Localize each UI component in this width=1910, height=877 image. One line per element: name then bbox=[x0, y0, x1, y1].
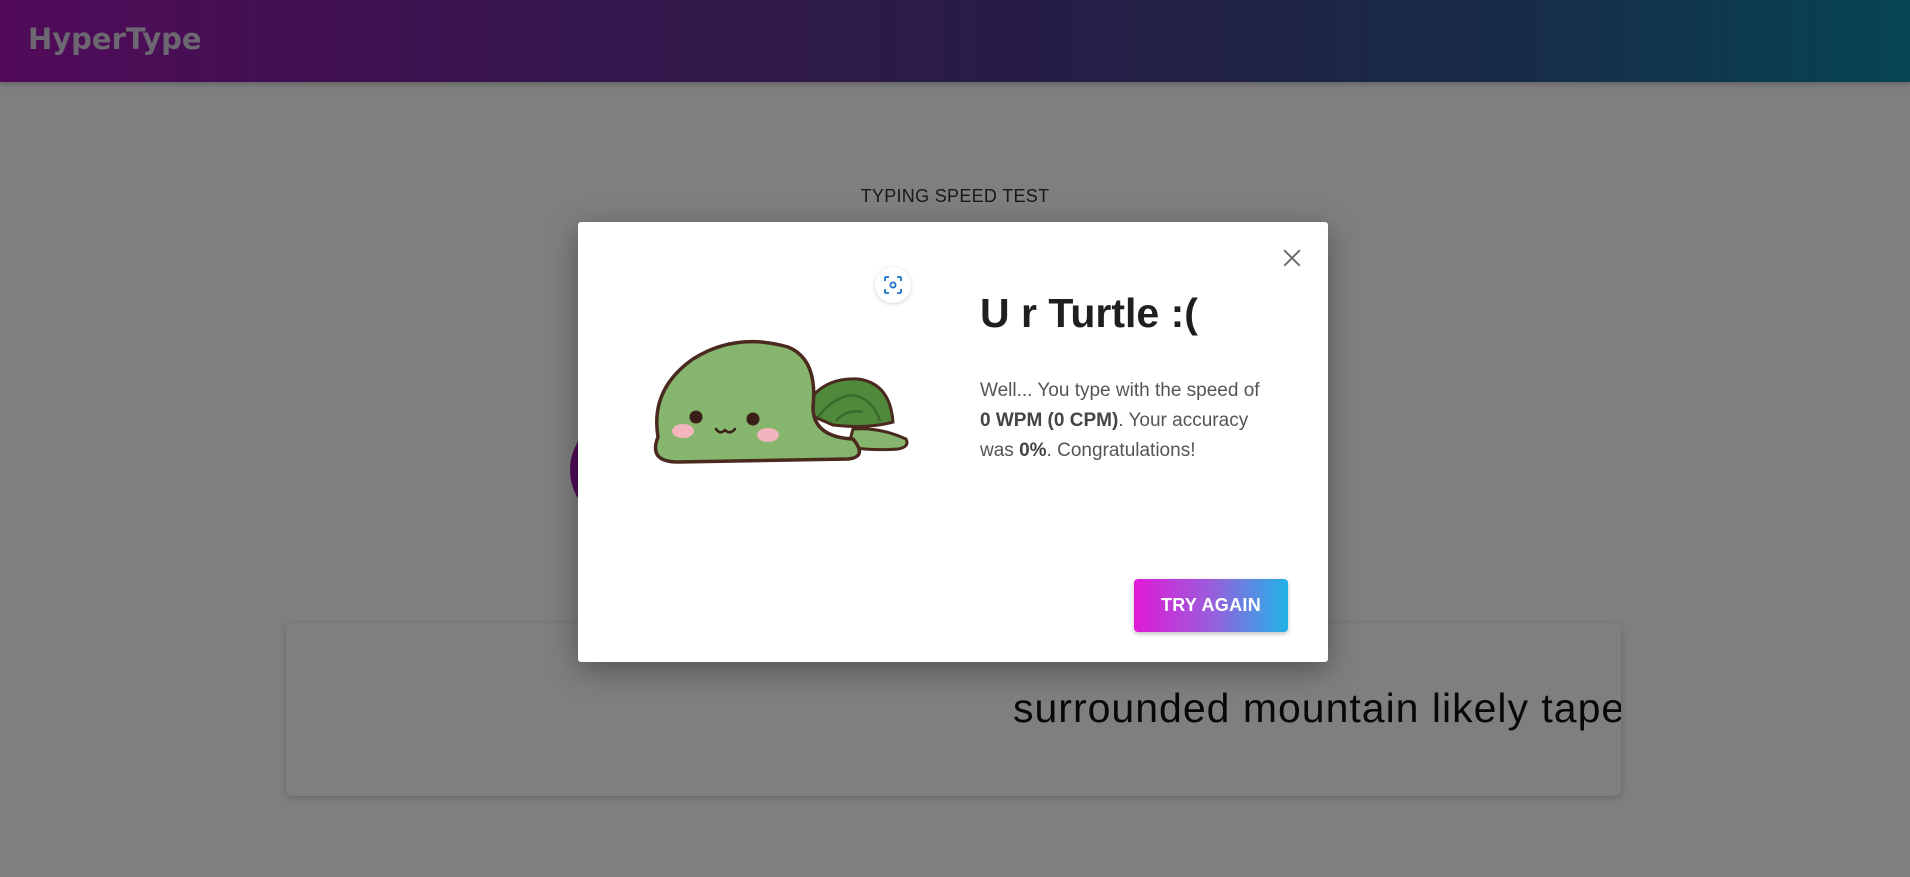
turtle-illustration bbox=[653, 339, 909, 464]
accuracy-value: 0% bbox=[1019, 440, 1047, 461]
result-dialog: U r Turtle :( Well... You type with the … bbox=[578, 222, 1328, 662]
speed-value: 0 WPM (0 CPM) bbox=[980, 410, 1119, 431]
app-root: HyperType TYPING SPEED TEST surrounded m… bbox=[0, 0, 1910, 877]
result-message: Well... You type with the speed of 0 WPM… bbox=[980, 376, 1270, 466]
result-title: U r Turtle :( bbox=[980, 290, 1198, 336]
screenshot-icon-glyph bbox=[884, 276, 902, 294]
screenshot-icon[interactable] bbox=[875, 267, 911, 303]
result-text-prefix: Well... You type with the speed of bbox=[980, 380, 1260, 401]
result-text-suffix: . Congratulations! bbox=[1046, 440, 1196, 461]
close-button[interactable] bbox=[1278, 244, 1306, 272]
try-again-button[interactable]: TRY AGAIN bbox=[1134, 579, 1288, 632]
